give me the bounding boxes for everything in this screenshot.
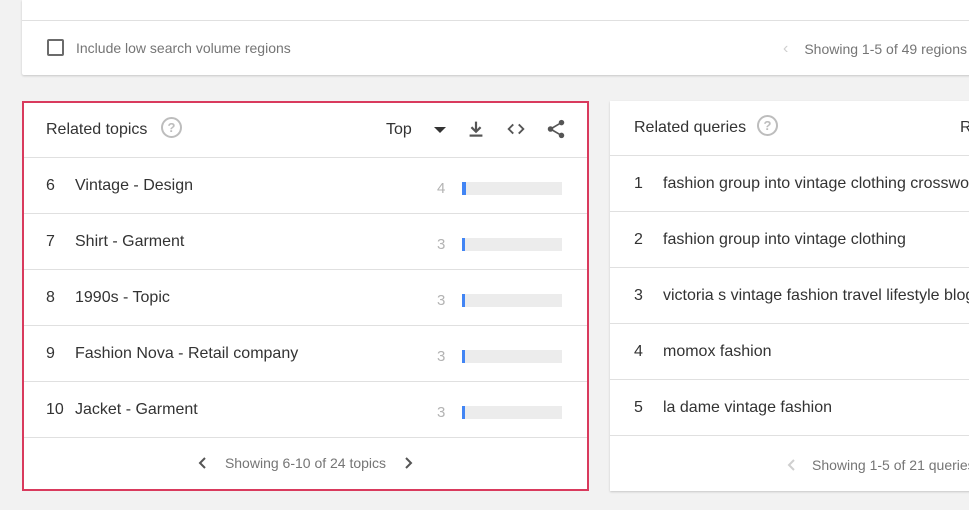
chevron-right-icon[interactable] <box>396 451 420 475</box>
row-value: 3 <box>437 348 446 365</box>
row-label[interactable]: fashion group into vintage clothing cros… <box>663 175 969 193</box>
row-index: 8 <box>46 289 55 306</box>
row-index: 5 <box>634 399 643 416</box>
list-item[interactable]: 6 Vintage - Design 4 <box>24 158 587 214</box>
row-label[interactable]: 1990s - Topic <box>75 289 170 307</box>
list-item[interactable]: 10 Jacket - Garment 3 <box>24 382 587 438</box>
list-item[interactable]: 5 la dame vintage fashion <box>610 380 969 436</box>
queries-list: 1 fashion group into vintage clothing cr… <box>610 156 969 436</box>
row-label[interactable]: Shirt - Garment <box>75 233 184 251</box>
download-icon[interactable] <box>465 118 487 140</box>
list-item[interactable]: 3 victoria s vintage fashion travel life… <box>610 268 969 324</box>
regions-pager-text: Showing 1-5 of 49 regions <box>804 41 967 57</box>
row-value: 3 <box>437 292 446 309</box>
row-value: 3 <box>437 236 446 253</box>
list-item[interactable]: 9 Fashion Nova - Retail company 3 <box>24 326 587 382</box>
topics-list: 6 Vintage - Design 4 7 Shirt - Garment 3… <box>24 158 587 438</box>
row-index: 4 <box>634 343 643 360</box>
row-label[interactable]: Vintage - Design <box>75 177 193 195</box>
row-label[interactable]: momox fashion <box>663 343 772 361</box>
card-title: Related queries <box>634 119 747 136</box>
list-item[interactable]: 1 fashion group into vintage clothing cr… <box>610 156 969 212</box>
value-bar-fill <box>462 294 465 307</box>
help-icon[interactable]: ? <box>757 115 778 136</box>
row-index: 1 <box>634 175 643 192</box>
card-header: Related queries ? R <box>610 101 969 156</box>
row-index: 7 <box>46 233 55 250</box>
row-label[interactable]: Fashion Nova - Retail company <box>75 345 298 363</box>
value-bar <box>462 294 562 307</box>
queries-pager-text: Showing 1-5 of 21 queries <box>812 456 969 473</box>
chevron-left-icon[interactable]: ‹ <box>783 40 788 58</box>
chevron-left-icon[interactable] <box>191 451 215 475</box>
sort-select[interactable]: Top <box>386 121 412 139</box>
row-index: 10 <box>46 401 64 418</box>
row-label[interactable]: Jacket - Garment <box>75 401 198 419</box>
topics-pager: Showing 6-10 of 24 topics <box>24 436 587 489</box>
value-bar-fill <box>462 182 466 195</box>
value-bar <box>462 406 562 419</box>
low-volume-checkbox-label[interactable]: Include low search volume regions <box>76 40 291 56</box>
related-queries-card: Related queries ? R 1 fashion group into… <box>610 101 969 491</box>
row-index: 6 <box>46 177 55 194</box>
value-bar <box>462 350 562 363</box>
help-icon[interactable]: ? <box>161 117 182 138</box>
row-index: 9 <box>46 345 55 362</box>
regions-pager: ‹ Showing 1-5 of 49 regions <box>783 40 967 58</box>
list-item[interactable]: 8 1990s - Topic 3 <box>24 270 587 326</box>
row-index: 2 <box>634 231 643 248</box>
row-label[interactable]: la dame vintage fashion <box>663 399 832 417</box>
card-header: Related topics ? Top <box>24 103 587 158</box>
row-label[interactable]: fashion group into vintage clothing <box>663 231 906 249</box>
row-label[interactable]: victoria s vintage fashion travel lifest… <box>663 287 969 305</box>
topics-pager-text: Showing 6-10 of 24 topics <box>224 454 387 471</box>
related-topics-card: Related topics ? Top 6 Vintage - Design … <box>22 101 589 491</box>
row-value: 4 <box>437 180 446 197</box>
card-title: Related topics <box>46 121 148 138</box>
value-bar <box>462 238 562 251</box>
dropdown-arrow-icon[interactable] <box>434 127 446 133</box>
row-index: 3 <box>634 287 643 304</box>
low-volume-checkbox[interactable] <box>47 39 64 56</box>
share-icon[interactable] <box>545 118 567 140</box>
row-value: 3 <box>437 404 446 421</box>
list-item[interactable]: 4 momox fashion <box>610 324 969 380</box>
list-item[interactable]: 7 Shirt - Garment 3 <box>24 214 587 270</box>
list-item[interactable]: 2 fashion group into vintage clothing <box>610 212 969 268</box>
regions-card: Include low search volume regions ‹ Show… <box>22 0 969 75</box>
value-bar <box>462 182 562 195</box>
divider <box>22 20 969 21</box>
value-bar-fill <box>462 238 465 251</box>
chevron-left-icon[interactable] <box>780 453 804 477</box>
value-bar-fill <box>462 350 465 363</box>
queries-pager: Showing 1-5 of 21 queries <box>610 438 969 491</box>
value-bar-fill <box>462 406 465 419</box>
embed-code-icon[interactable] <box>505 118 527 140</box>
sort-select[interactable]: R <box>960 119 969 137</box>
